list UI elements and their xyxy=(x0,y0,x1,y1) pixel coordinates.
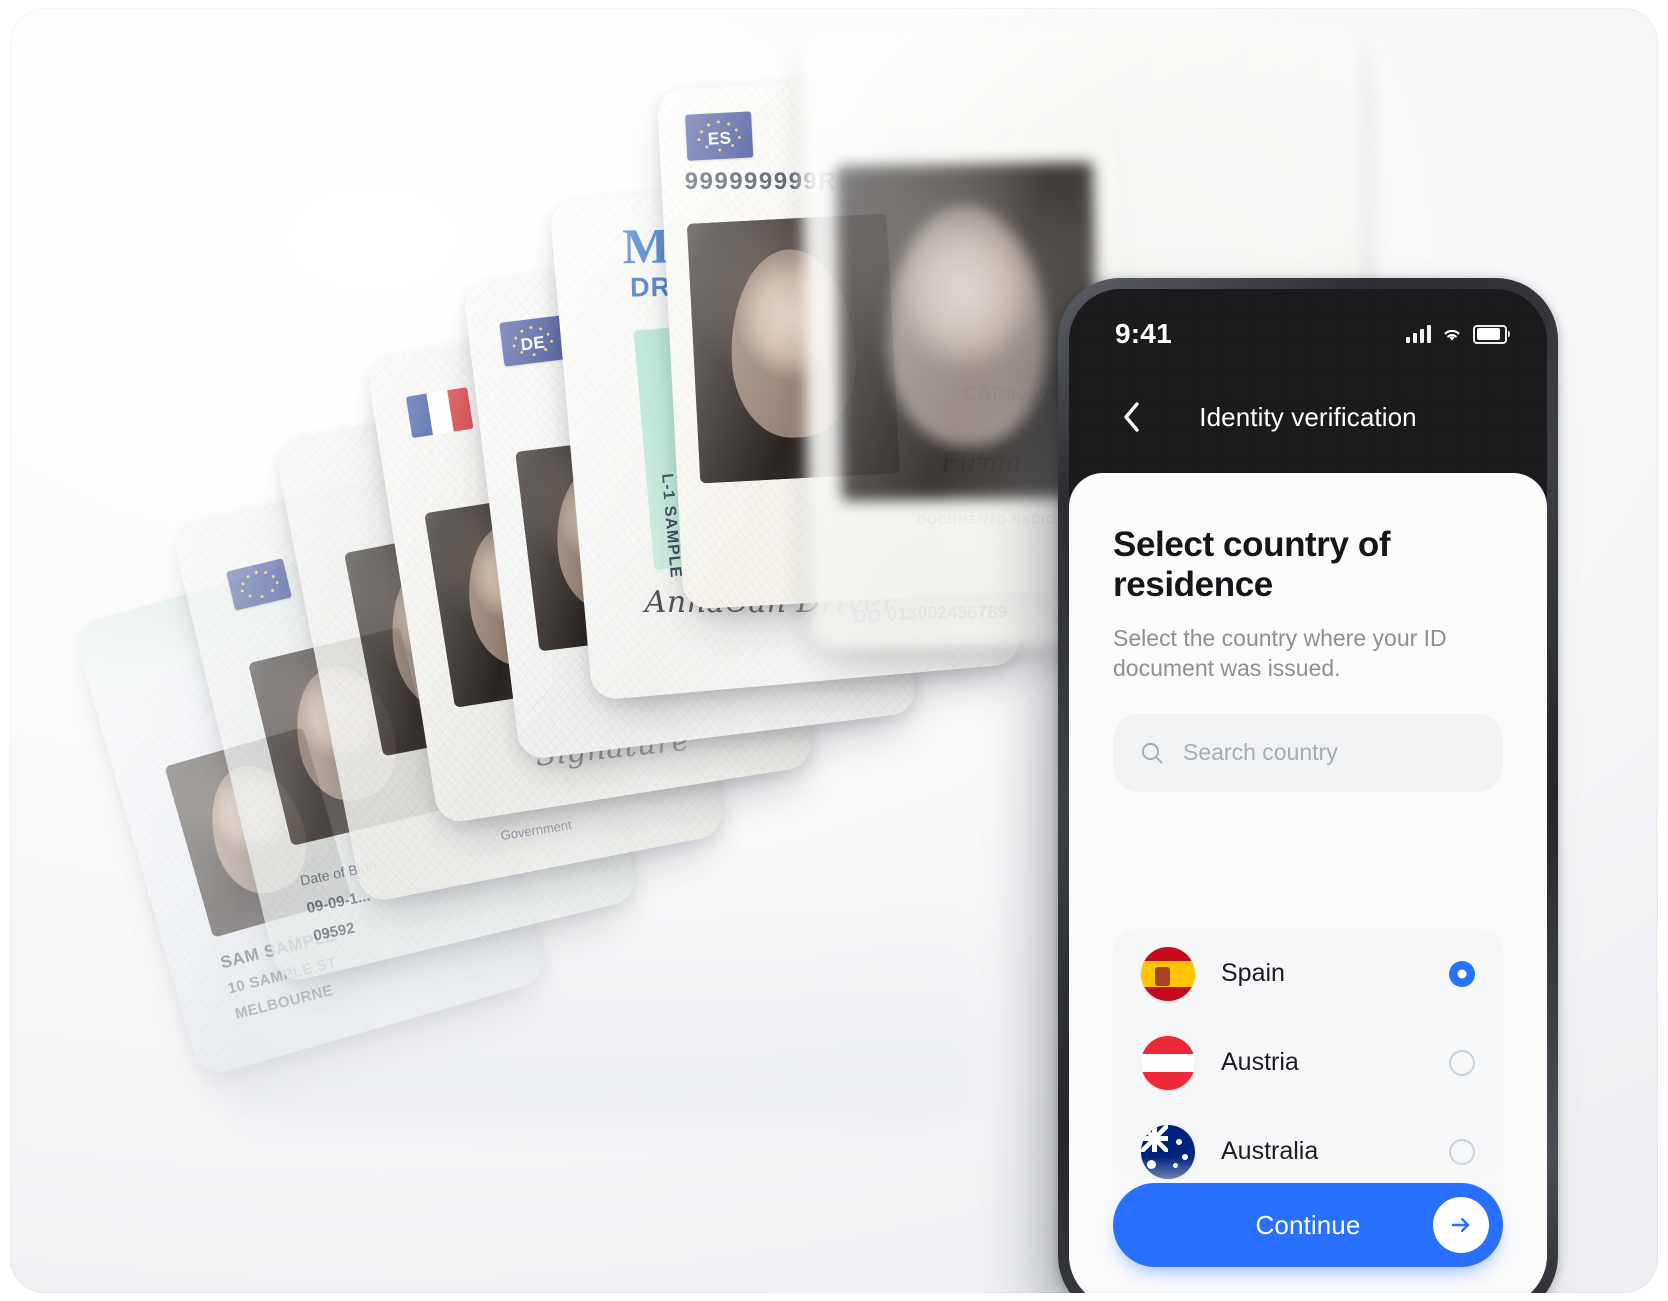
flag-icon-austria xyxy=(1141,1035,1195,1090)
phone-mockup: 9:41 Identity verification Select countr… xyxy=(1058,278,1558,1293)
id-document-stack: SAM SAMPLE 10 SAMPLE ST MELBOURNE Date o… xyxy=(70,8,1371,1118)
nav-bar: Identity verification xyxy=(1069,361,1547,473)
country-name: Spain xyxy=(1221,959,1285,987)
status-bar: 9:41 xyxy=(1069,289,1547,361)
country-row-spain[interactable]: Spain xyxy=(1113,929,1503,1018)
continue-button[interactable]: Continue xyxy=(1113,1183,1503,1267)
sheet-heading: Select country of residence xyxy=(1113,525,1391,604)
search-icon xyxy=(1139,740,1165,766)
country-name: Austria xyxy=(1221,1048,1299,1076)
hero-background-card: SAM SAMPLE 10 SAMPLE ST MELBOURNE Date o… xyxy=(10,8,1658,1293)
back-button[interactable] xyxy=(1111,397,1151,437)
cellular-signal-icon xyxy=(1406,325,1431,343)
country-row-austria[interactable]: Austria xyxy=(1113,1018,1503,1107)
chevron-left-icon xyxy=(1124,402,1139,432)
phone-screen: 9:41 Identity verification Select countr… xyxy=(1069,289,1547,1293)
radio-button-spain[interactable] xyxy=(1449,960,1475,987)
sheet-subheading: Select the country where your ID documen… xyxy=(1113,624,1447,682)
wifi-icon xyxy=(1441,326,1463,343)
continue-button-label: Continue xyxy=(1255,1209,1361,1240)
search-input[interactable]: Search country xyxy=(1113,713,1503,792)
page-title: Identity verification xyxy=(1199,401,1417,432)
search-placeholder: Search country xyxy=(1183,739,1338,766)
cta-container: Continue xyxy=(1069,1157,1547,1293)
content-sheet: Select country of residence Select the c… xyxy=(1069,473,1547,1293)
radio-button-austria[interactable] xyxy=(1449,1049,1475,1076)
page-root: SAM SAMPLE 10 SAMPLE ST MELBOURNE Date o… xyxy=(0,0,1668,1301)
battery-icon xyxy=(1473,324,1510,344)
status-bar-clock: 9:41 xyxy=(1115,318,1172,349)
arrow-right-icon xyxy=(1433,1197,1489,1253)
flag-icon-spain xyxy=(1141,946,1195,1001)
